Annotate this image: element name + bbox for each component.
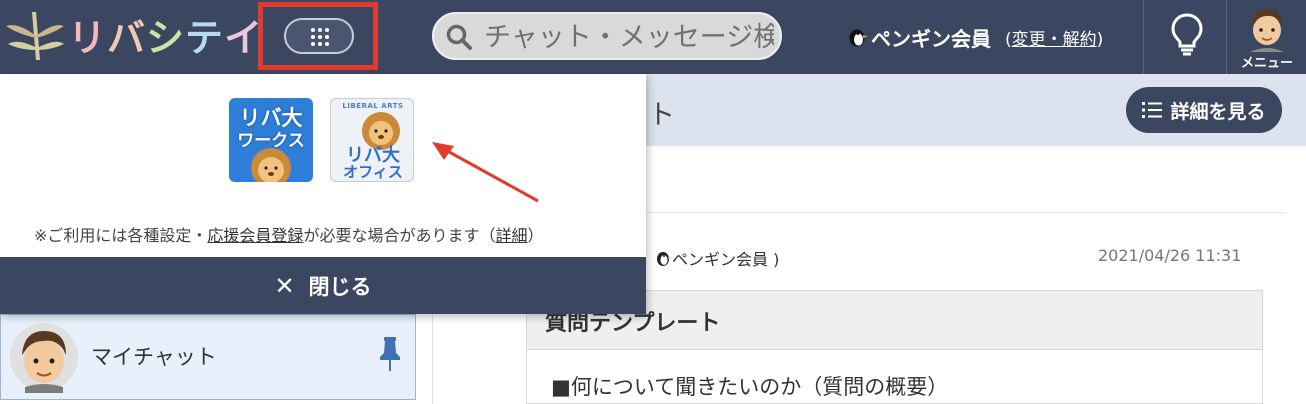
supporter-registration-link[interactable]: 応援会員登録 [207,226,303,245]
app-office-line2: オフィス [343,163,403,181]
annotation-arrow-icon [432,142,539,203]
app-header: リバシテイ ペンギン会員 (変更・解約) [0,0,1306,74]
list-icon [1142,102,1163,118]
search-input[interactable] [482,18,776,56]
avatar [10,323,78,393]
user-info: ペンギン会員 (変更・解約) [846,22,1103,52]
apps-dropdown-panel: リバ大 ワークス LIBERAL ARTS リバ大 オフィス ※ご利用には各種設… [0,74,646,314]
change-plan-link[interactable]: 変更・解約 [1012,30,1097,50]
app-icon-riba-works[interactable]: リバ大 ワークス [229,98,313,182]
note-text: が必要な場合があります（ [303,226,496,245]
note-text: ） [527,226,544,245]
penguin-icon [849,29,868,47]
search-icon [446,24,472,50]
penguin-icon [657,252,672,266]
message-author-name: ペンギン会員 ) [672,250,780,269]
dropdown-note: ※ご利用には各種設定・応援会員登録が必要な場合があります（詳細） [34,222,543,246]
logo-text: リバシテイ [68,16,264,60]
menu-button[interactable]: メニュー [1230,2,1306,72]
logo-mark-icon [6,11,64,61]
pin-icon[interactable] [379,337,401,371]
view-details-button[interactable]: 詳細を見る [1126,87,1282,133]
template-line: ■何について聞きたいのか（質問の概要） [551,375,949,399]
change-plan-link-wrapper: (変更・解約) [1005,29,1104,50]
close-label: 閉じる [308,274,372,299]
message-timestamp: 2021/04/26 11:31 [1098,246,1242,265]
lion-icon [251,148,291,182]
mychat-label: マイチャット [91,345,217,369]
close-button[interactable]: ✕ 閉じる [0,257,646,314]
apps-launcher-button[interactable] [284,18,354,54]
search-box[interactable] [432,12,782,60]
divider [1143,0,1144,74]
divider [640,212,1286,213]
sidebar-item-mychat[interactable]: マイチャット [0,314,416,400]
view-details-label: 詳細を見る [1170,100,1266,123]
app-icon-riba-office[interactable]: LIBERAL ARTS リバ大 オフィス [330,98,414,182]
message-author: ペンギン会員 ) [654,246,779,270]
lightbulb-icon[interactable] [1170,12,1204,56]
menu-label: メニュー [1240,56,1293,71]
divider [1226,0,1227,74]
avatar [1250,9,1284,52]
details-link[interactable]: 詳細 [495,226,527,245]
logo[interactable]: リバシテイ [4,8,262,66]
user-name: ペンギン会員 [871,26,991,51]
chat-title: ト [648,100,675,131]
note-text: ※ご利用には各種設定・ [34,226,208,245]
grid-dots-icon [311,28,329,46]
close-icon: ✕ [274,271,295,300]
